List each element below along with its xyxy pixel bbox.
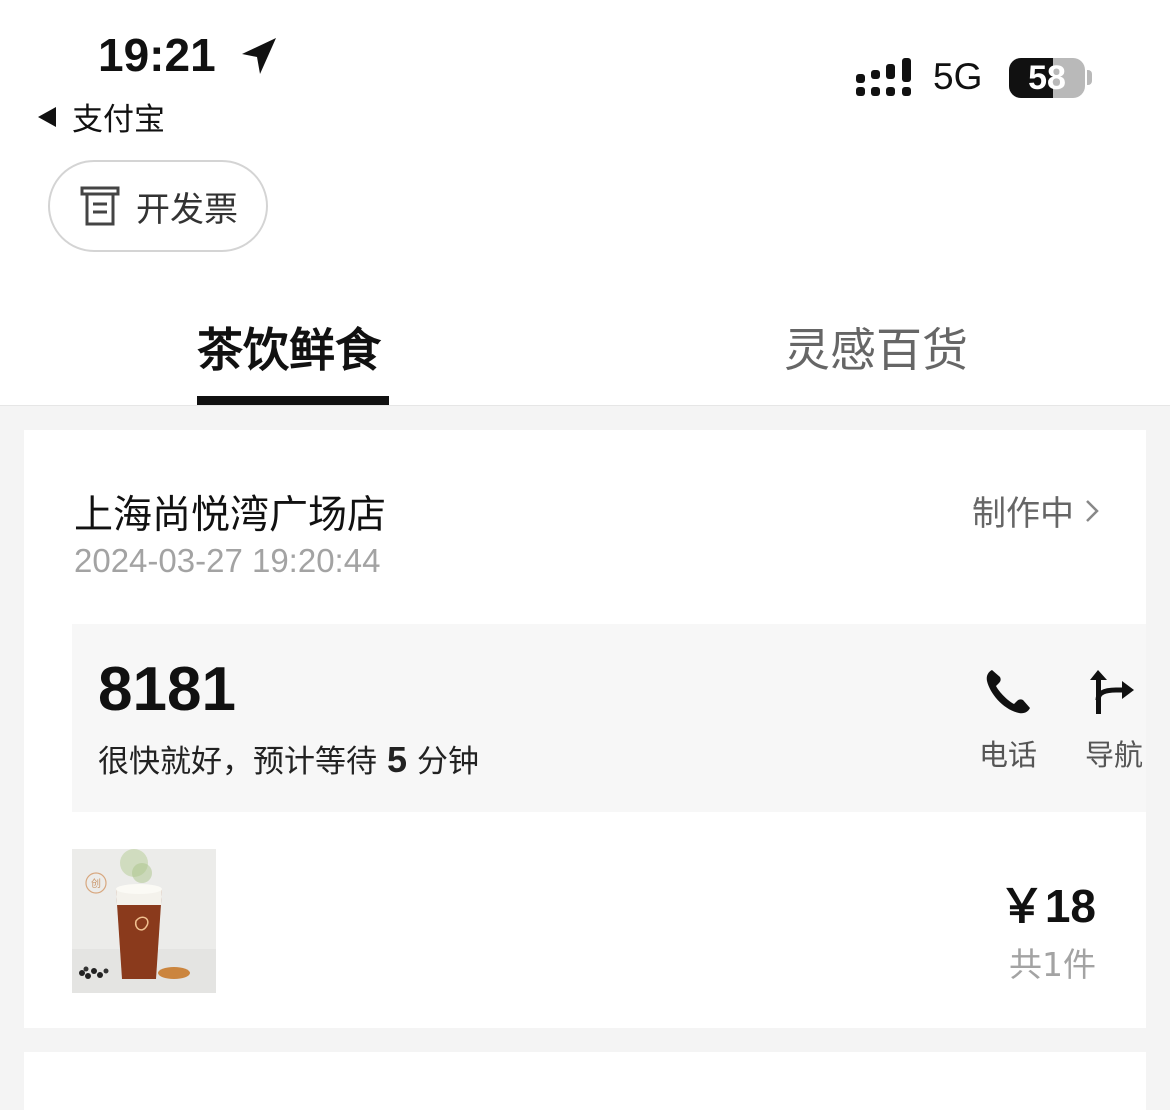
invoice-label: 开发票 [136,189,238,230]
header-area: 19:21 支付宝 5G 58 开发票 茶饮鲜食 灵感百货 [0,0,1170,406]
wait-minutes: 5 [387,739,408,780]
network-type: 5G [933,56,983,97]
wait-estimate: 很快就好，预计等待 5 分钟 [98,736,479,781]
navigate-button[interactable]: 导航 [1074,666,1154,774]
order-time: 2024-03-27 19:20:44 [74,542,381,579]
invoice-button[interactable]: 开发票 [48,160,268,252]
call-label: 电话 [978,738,1037,772]
tab-lifestyle-goods[interactable]: 灵感百货 [784,314,968,380]
navigation-turn-icon [1090,670,1134,714]
next-order-card[interactable] [24,1052,1146,1110]
battery-percent: 58 [1028,59,1066,97]
item-count: 共1件 [1009,945,1096,984]
order-status-link[interactable]: 制作中 [972,486,1102,535]
tab-tea-food[interactable]: 茶饮鲜食 [197,314,381,380]
phone-icon [986,670,1030,714]
pickup-info-box: 8181 很快就好，预计等待 5 分钟 电话 导航 [72,624,1146,812]
store-name: 上海尚悦湾广场店 [74,493,387,538]
navigate-label: 导航 [1084,738,1143,772]
back-to-app-button[interactable]: 支付宝 [38,94,165,139]
order-status: 制作中 [972,494,1074,534]
wait-prefix: 很快就好，预计等待 [98,744,377,780]
battery-cap [1087,70,1092,85]
product-thumbnail[interactable]: 创 [72,849,216,993]
battery-indicator: 58 [1009,58,1085,98]
active-tab-indicator [197,396,389,405]
status-time: 19:21 [98,29,216,81]
order-price: ￥18 [998,880,1096,932]
chevron-right-icon [1086,499,1099,522]
pickup-number: 8181 [98,655,236,724]
order-card[interactable]: 上海尚悦湾广场店 2024-03-27 19:20:44 制作中 8181 很快… [24,430,1146,1028]
wait-suffix: 分钟 [417,744,480,780]
back-app-label: 支付宝 [72,102,165,138]
back-triangle-icon [38,106,56,127]
call-button[interactable]: 电话 [968,666,1048,774]
location-arrow-icon [242,38,276,74]
thumb-badge: 创 [91,877,101,890]
invoice-icon [80,186,120,226]
signal-icon [856,58,911,96]
